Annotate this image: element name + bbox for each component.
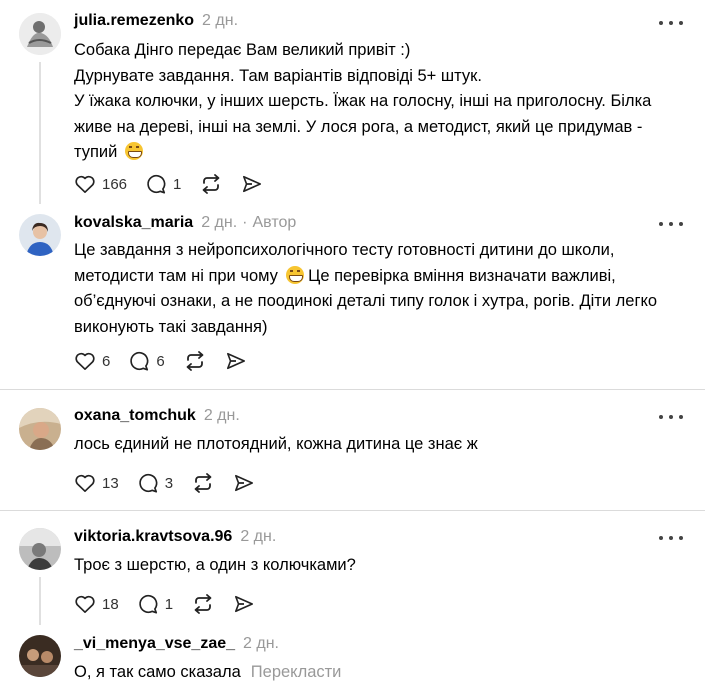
username[interactable]: _vi_menya_vse_zae_ — [74, 635, 235, 653]
timestamp[interactable]: 2 дн. — [243, 635, 279, 653]
heart-icon — [75, 595, 95, 613]
avatar[interactable] — [19, 408, 61, 450]
grinning-emoji-icon — [124, 142, 143, 160]
author-badge: Автор — [252, 214, 297, 231]
avatar[interactable] — [19, 13, 61, 55]
like-count: 18 — [102, 595, 119, 613]
action-bar: 6 6 — [74, 349, 265, 373]
comment-header: kovalska_maria 2 дн. · Автор — [74, 214, 296, 234]
like-count: 13 — [102, 474, 119, 492]
avatar[interactable] — [19, 635, 61, 677]
reply-button[interactable]: 1 — [137, 593, 173, 615]
repost-icon — [194, 594, 212, 614]
timestamp[interactable]: 2 дн. — [202, 12, 238, 30]
action-bar: 166 1 — [74, 172, 281, 196]
separator: · — [242, 214, 248, 231]
action-bar: 13 3 — [74, 471, 273, 495]
avatar-image — [19, 635, 61, 677]
more-icon[interactable] — [659, 407, 683, 427]
share-button[interactable] — [233, 594, 255, 614]
avatar[interactable] — [19, 214, 61, 256]
translate-link[interactable]: Перекласти — [251, 663, 342, 681]
username[interactable]: viktoria.kravtsova.96 — [74, 528, 232, 546]
comment-header: viktoria.kravtsova.96 2 дн. — [74, 528, 276, 548]
share-icon — [235, 595, 254, 613]
divider — [0, 510, 705, 511]
timestamp[interactable]: 2 дн. — [201, 214, 237, 232]
comment-header: julia.remezenko 2 дн. — [74, 12, 238, 32]
avatar-image — [19, 13, 61, 55]
heart-icon — [75, 175, 95, 193]
divider — [0, 389, 705, 390]
reply-count: 1 — [164, 595, 174, 613]
repost-icon — [202, 174, 220, 194]
like-button[interactable]: 18 — [74, 594, 119, 614]
username[interactable]: oxana_tomchuk — [74, 407, 196, 425]
reply-button[interactable]: 1 — [145, 173, 181, 195]
reply-button[interactable]: 6 — [128, 350, 165, 372]
avatar-image — [19, 528, 61, 570]
repost-icon — [194, 473, 212, 493]
grinning-emoji-icon — [285, 265, 304, 284]
more-icon[interactable] — [659, 528, 683, 548]
timestamp[interactable]: 2 дн. — [204, 407, 240, 425]
comment-text: Собака Дінго передає Вам великий привіт … — [74, 41, 652, 161]
thread-line — [39, 62, 41, 204]
repost-button[interactable] — [199, 173, 223, 195]
repost-button[interactable] — [191, 472, 215, 494]
repost-button[interactable] — [191, 593, 215, 615]
avatar-image — [19, 214, 61, 256]
comment-text: О, я так само сказала Перекласти — [74, 663, 342, 681]
username[interactable]: kovalska_maria — [74, 214, 193, 232]
comment-header: _vi_menya_vse_zae_ 2 дн. — [74, 635, 279, 655]
username[interactable]: julia.remezenko — [74, 12, 194, 30]
share-icon — [226, 352, 245, 370]
comment-text: лось єдиний не плотоядний, кожна дитина … — [74, 435, 478, 453]
like-button[interactable]: 166 — [74, 174, 127, 194]
comment-icon — [147, 174, 166, 194]
comment-text: Це завдання з нейропсихологічного тесту … — [74, 241, 658, 336]
comment-icon — [130, 351, 149, 371]
like-button[interactable]: 6 — [74, 351, 110, 371]
comment-icon — [138, 594, 158, 614]
repost-button[interactable] — [183, 350, 207, 372]
reply-count: 6 — [156, 352, 165, 370]
share-button[interactable] — [241, 174, 263, 194]
thread-line — [39, 577, 41, 625]
share-button[interactable] — [225, 351, 247, 371]
like-count: 166 — [102, 175, 128, 193]
reply-count: 1 — [173, 175, 182, 193]
comment-text: Троє з шерстю, а один з колючками? — [74, 556, 356, 574]
share-icon — [235, 474, 254, 492]
heart-icon — [75, 352, 95, 370]
repost-icon — [186, 351, 204, 371]
reply-count: 3 — [164, 474, 174, 492]
share-button[interactable] — [233, 473, 255, 493]
share-icon — [243, 175, 262, 193]
heart-icon — [75, 474, 95, 492]
timestamp[interactable]: 2 дн. — [240, 528, 276, 546]
action-bar: 18 1 — [74, 592, 273, 616]
avatar-image — [19, 408, 61, 450]
more-icon[interactable] — [659, 13, 683, 33]
comment-header: oxana_tomchuk 2 дн. — [74, 407, 240, 427]
comment-icon — [138, 473, 158, 493]
reply-button[interactable]: 3 — [137, 472, 173, 494]
like-button[interactable]: 13 — [74, 473, 119, 493]
avatar[interactable] — [19, 528, 61, 570]
more-icon[interactable] — [659, 214, 683, 234]
like-count: 6 — [102, 352, 111, 370]
